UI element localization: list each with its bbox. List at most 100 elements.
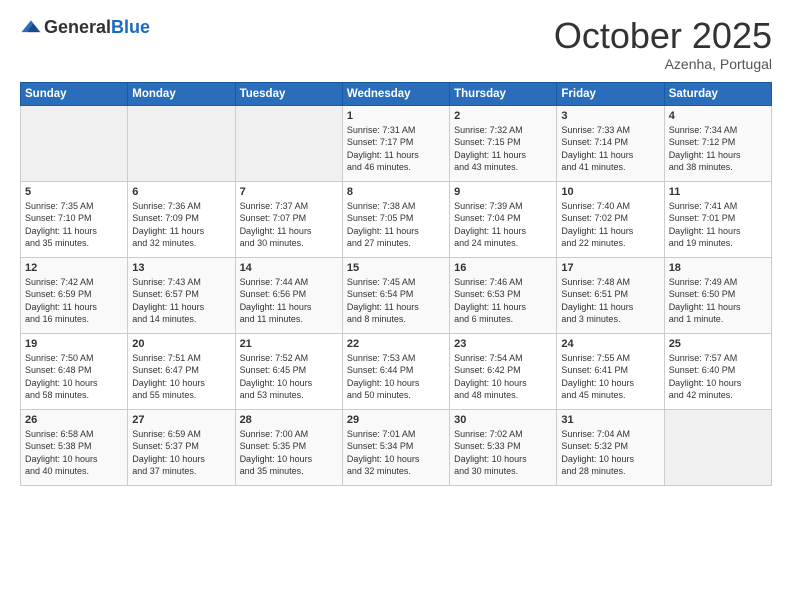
day-number: 17 bbox=[561, 262, 659, 274]
day-info: Sunrise: 7:43 AM Sunset: 6:57 PM Dayligh… bbox=[132, 276, 230, 326]
calendar-cell: 24 Sunrise: 7:55 AM Sunset: 6:41 PM Dayli… bbox=[557, 333, 664, 409]
day-number: 1 bbox=[347, 110, 445, 122]
day-info: Sunrise: 7:50 AM Sunset: 6:48 PM Dayligh… bbox=[25, 352, 123, 402]
location: Azenha, Portugal bbox=[554, 56, 772, 72]
day-info: Sunrise: 7:32 AM Sunset: 7:15 PM Dayligh… bbox=[454, 124, 552, 174]
day-info: Sunrise: 7:44 AM Sunset: 6:56 PM Dayligh… bbox=[240, 276, 338, 326]
calendar-cell: 12 Sunrise: 7:42 AM Sunset: 6:59 PM Dayli… bbox=[21, 257, 128, 333]
day-info: Sunrise: 7:49 AM Sunset: 6:50 PM Dayligh… bbox=[669, 276, 767, 326]
day-number: 14 bbox=[240, 262, 338, 274]
calendar-cell: 11Sunrise: 7:41 AM Sunset: 7:01 PM Dayli… bbox=[664, 181, 771, 257]
calendar-cell: 13 Sunrise: 7:43 AM Sunset: 6:57 PM Dayli… bbox=[128, 257, 235, 333]
calendar-cell: 9Sunrise: 7:39 AM Sunset: 7:04 PM Daylig… bbox=[450, 181, 557, 257]
calendar-cell: 22Sunrise: 7:53 AM Sunset: 6:44 PM Dayli… bbox=[342, 333, 449, 409]
day-info: Sunrise: 7:41 AM Sunset: 7:01 PM Dayligh… bbox=[669, 200, 767, 250]
logo-blue: Blue bbox=[111, 17, 150, 37]
calendar-cell: 6 Sunrise: 7:36 AM Sunset: 7:09 PM Daylig… bbox=[128, 181, 235, 257]
day-info: Sunrise: 7:01 AM Sunset: 5:34 PM Dayligh… bbox=[347, 428, 445, 478]
calendar-cell: 2 Sunrise: 7:32 AM Sunset: 7:15 PM Daylig… bbox=[450, 105, 557, 181]
day-info: Sunrise: 7:51 AM Sunset: 6:47 PM Dayligh… bbox=[132, 352, 230, 402]
day-info: Sunrise: 7:42 AM Sunset: 6:59 PM Dayligh… bbox=[25, 276, 123, 326]
day-info: Sunrise: 7:33 AM Sunset: 7:14 PM Dayligh… bbox=[561, 124, 659, 174]
day-info: Sunrise: 7:54 AM Sunset: 6:42 PM Dayligh… bbox=[454, 352, 552, 402]
day-number: 21 bbox=[240, 338, 338, 350]
day-number: 24 bbox=[561, 338, 659, 350]
day-number: 25 bbox=[669, 338, 767, 350]
day-number: 10 bbox=[561, 186, 659, 198]
calendar-cell: 10 Sunrise: 7:40 AM Sunset: 7:02 PM Dayli… bbox=[557, 181, 664, 257]
day-number: 13 bbox=[132, 262, 230, 274]
day-number: 3 bbox=[561, 110, 659, 122]
calendar-cell: 18 Sunrise: 7:49 AM Sunset: 6:50 PM Dayli… bbox=[664, 257, 771, 333]
day-info: Sunrise: 7:45 AM Sunset: 6:54 PM Dayligh… bbox=[347, 276, 445, 326]
weekday-header-row: Sunday Monday Tuesday Wednesday Thursday… bbox=[21, 82, 772, 105]
calendar-cell: 7Sunrise: 7:37 AM Sunset: 7:07 PM Daylig… bbox=[235, 181, 342, 257]
day-number: 6 bbox=[132, 186, 230, 198]
header-sunday: Sunday bbox=[21, 82, 128, 105]
calendar-cell bbox=[664, 409, 771, 485]
header-wednesday: Wednesday bbox=[342, 82, 449, 105]
logo-general: General bbox=[44, 17, 111, 37]
logo-text: GeneralBlue bbox=[44, 17, 150, 38]
day-number: 19 bbox=[25, 338, 123, 350]
calendar-cell: 1Sunrise: 7:31 AM Sunset: 7:17 PM Daylig… bbox=[342, 105, 449, 181]
day-info: Sunrise: 7:52 AM Sunset: 6:45 PM Dayligh… bbox=[240, 352, 338, 402]
day-number: 8 bbox=[347, 186, 445, 198]
day-number: 2 bbox=[454, 110, 552, 122]
day-number: 12 bbox=[25, 262, 123, 274]
day-info: Sunrise: 7:00 AM Sunset: 5:35 PM Dayligh… bbox=[240, 428, 338, 478]
calendar-cell: 17 Sunrise: 7:48 AM Sunset: 6:51 PM Dayli… bbox=[557, 257, 664, 333]
calendar-cell: 16Sunrise: 7:46 AM Sunset: 6:53 PM Dayli… bbox=[450, 257, 557, 333]
header: GeneralBlue October 2025 Azenha, Portuga… bbox=[20, 16, 772, 72]
day-number: 18 bbox=[669, 262, 767, 274]
calendar-week-row-2: 5 Sunrise: 7:35 AM Sunset: 7:10 PM Daylig… bbox=[21, 181, 772, 257]
day-info: Sunrise: 7:34 AM Sunset: 7:12 PM Dayligh… bbox=[669, 124, 767, 174]
month-title: October 2025 bbox=[554, 16, 772, 56]
calendar-cell: 27 Sunrise: 6:59 AM Sunset: 5:37 PM Dayli… bbox=[128, 409, 235, 485]
day-info: Sunrise: 7:04 AM Sunset: 5:32 PM Dayligh… bbox=[561, 428, 659, 478]
calendar-week-row-3: 12 Sunrise: 7:42 AM Sunset: 6:59 PM Dayli… bbox=[21, 257, 772, 333]
calendar-cell: 26 Sunrise: 6:58 AM Sunset: 5:38 PM Dayli… bbox=[21, 409, 128, 485]
calendar-cell: 30 Sunrise: 7:02 AM Sunset: 5:33 PM Dayli… bbox=[450, 409, 557, 485]
day-info: Sunrise: 7:36 AM Sunset: 7:09 PM Dayligh… bbox=[132, 200, 230, 250]
day-number: 22 bbox=[347, 338, 445, 350]
day-number: 26 bbox=[25, 414, 123, 426]
calendar-cell: 3 Sunrise: 7:33 AM Sunset: 7:14 PM Daylig… bbox=[557, 105, 664, 181]
calendar-week-row-5: 26 Sunrise: 6:58 AM Sunset: 5:38 PM Dayli… bbox=[21, 409, 772, 485]
day-info: Sunrise: 7:57 AM Sunset: 6:40 PM Dayligh… bbox=[669, 352, 767, 402]
day-info: Sunrise: 6:58 AM Sunset: 5:38 PM Dayligh… bbox=[25, 428, 123, 478]
calendar-week-row-4: 19 Sunrise: 7:50 AM Sunset: 6:48 PM Dayli… bbox=[21, 333, 772, 409]
calendar-week-row-1: 1Sunrise: 7:31 AM Sunset: 7:17 PM Daylig… bbox=[21, 105, 772, 181]
calendar-cell: 8Sunrise: 7:38 AM Sunset: 7:05 PM Daylig… bbox=[342, 181, 449, 257]
calendar-cell: 15Sunrise: 7:45 AM Sunset: 6:54 PM Dayli… bbox=[342, 257, 449, 333]
calendar-cell: 25 Sunrise: 7:57 AM Sunset: 6:40 PM Dayli… bbox=[664, 333, 771, 409]
day-info: Sunrise: 7:48 AM Sunset: 6:51 PM Dayligh… bbox=[561, 276, 659, 326]
header-saturday: Saturday bbox=[664, 82, 771, 105]
calendar-cell: 19 Sunrise: 7:50 AM Sunset: 6:48 PM Dayli… bbox=[21, 333, 128, 409]
day-info: Sunrise: 6:59 AM Sunset: 5:37 PM Dayligh… bbox=[132, 428, 230, 478]
header-thursday: Thursday bbox=[450, 82, 557, 105]
day-number: 28 bbox=[240, 414, 338, 426]
day-info: Sunrise: 7:02 AM Sunset: 5:33 PM Dayligh… bbox=[454, 428, 552, 478]
header-monday: Monday bbox=[128, 82, 235, 105]
calendar-cell bbox=[21, 105, 128, 181]
calendar-cell: 14 Sunrise: 7:44 AM Sunset: 6:56 PM Dayli… bbox=[235, 257, 342, 333]
calendar-cell: 29 Sunrise: 7:01 AM Sunset: 5:34 PM Dayli… bbox=[342, 409, 449, 485]
day-info: Sunrise: 7:55 AM Sunset: 6:41 PM Dayligh… bbox=[561, 352, 659, 402]
day-number: 29 bbox=[347, 414, 445, 426]
calendar-cell bbox=[235, 105, 342, 181]
day-info: Sunrise: 7:40 AM Sunset: 7:02 PM Dayligh… bbox=[561, 200, 659, 250]
calendar-cell: 23Sunrise: 7:54 AM Sunset: 6:42 PM Dayli… bbox=[450, 333, 557, 409]
calendar-cell: 21 Sunrise: 7:52 AM Sunset: 6:45 PM Dayli… bbox=[235, 333, 342, 409]
calendar-cell: 4 Sunrise: 7:34 AM Sunset: 7:12 PM Daylig… bbox=[664, 105, 771, 181]
day-number: 4 bbox=[669, 110, 767, 122]
calendar-cell: 31Sunrise: 7:04 AM Sunset: 5:32 PM Dayli… bbox=[557, 409, 664, 485]
day-info: Sunrise: 7:39 AM Sunset: 7:04 PM Dayligh… bbox=[454, 200, 552, 250]
day-number: 5 bbox=[25, 186, 123, 198]
day-info: Sunrise: 7:35 AM Sunset: 7:10 PM Dayligh… bbox=[25, 200, 123, 250]
header-friday: Friday bbox=[557, 82, 664, 105]
day-number: 27 bbox=[132, 414, 230, 426]
day-number: 20 bbox=[132, 338, 230, 350]
calendar-page: GeneralBlue October 2025 Azenha, Portuga… bbox=[0, 0, 792, 612]
day-number: 30 bbox=[454, 414, 552, 426]
